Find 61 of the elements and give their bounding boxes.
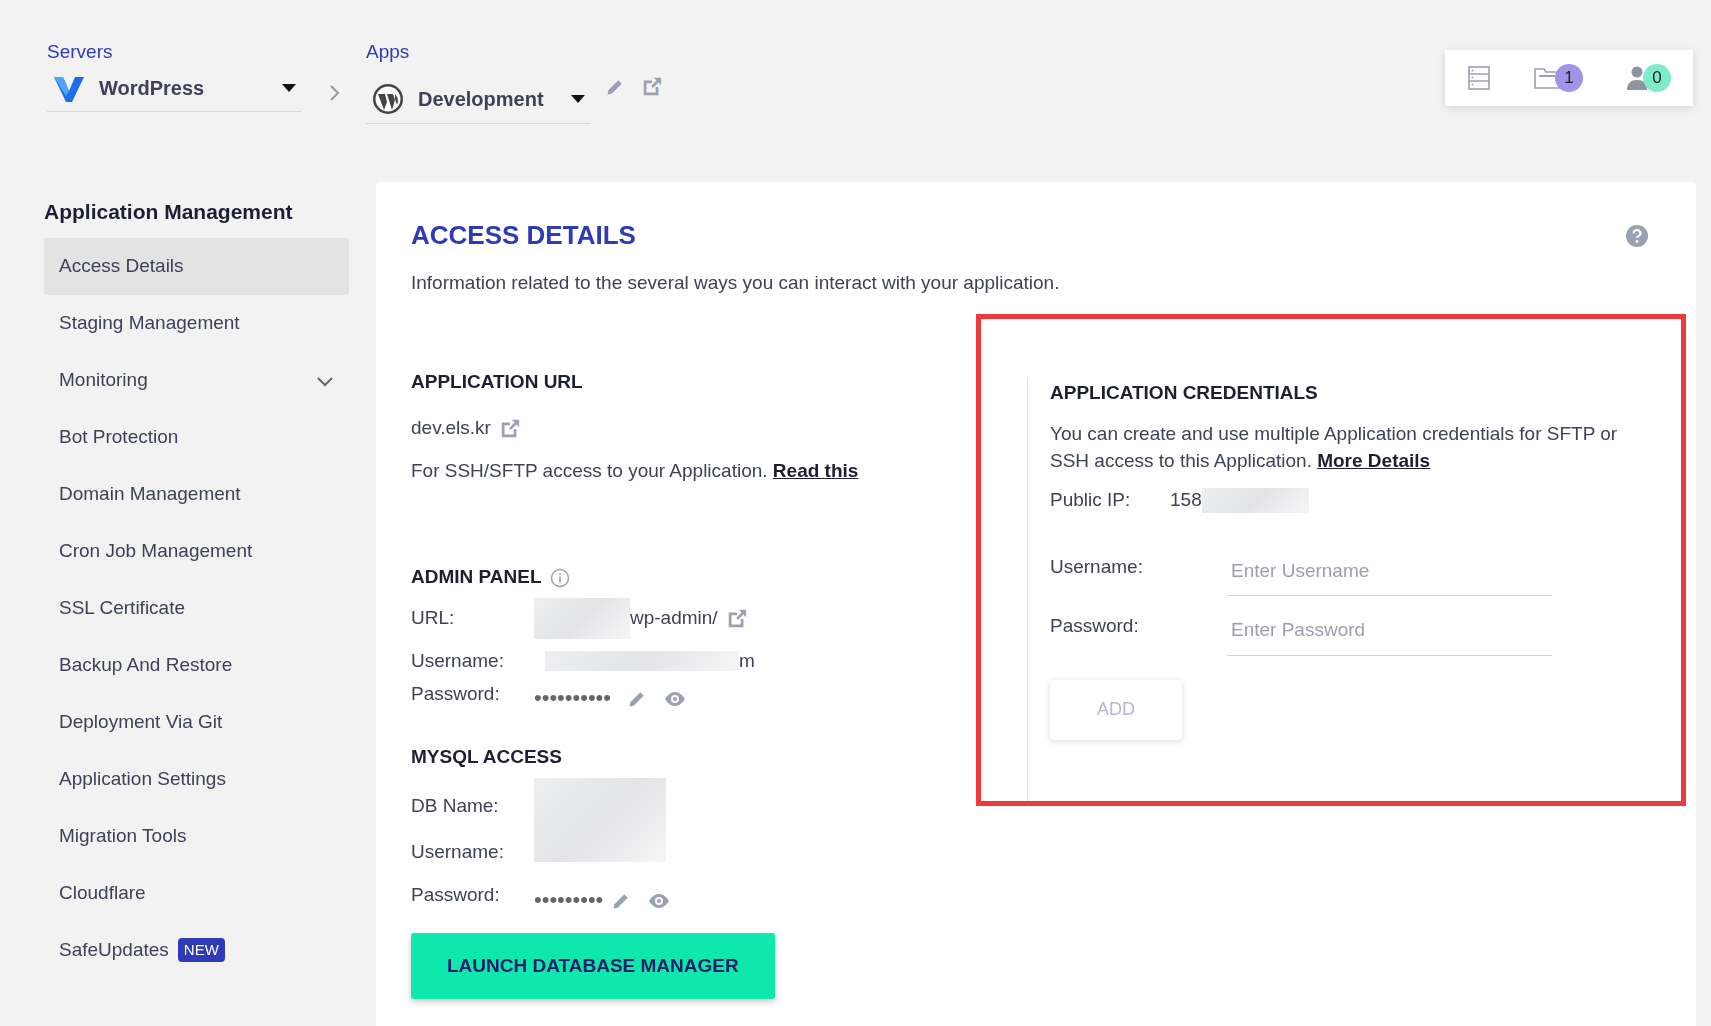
password-dots: ••••••••• (534, 888, 604, 911)
count-badge: 0 (1643, 64, 1671, 92)
section-heading: ADMIN PANEL (411, 565, 542, 589)
field-label: URL: (411, 605, 456, 630)
wordpress-logo-icon (372, 83, 404, 116)
field-label: Password: (1050, 614, 1140, 639)
section-heading: APPLICATION URL (411, 369, 584, 394)
app-dropdown[interactable]: Development (366, 76, 591, 125)
application-url[interactable]: dev.els.kr (411, 414, 491, 443)
pencil-icon[interactable] (605, 77, 625, 97)
sidebar-item[interactable]: Monitoring (44, 351, 349, 409)
credentials-description: You can create and use multiple Application credentials for SFTP or SSH access to this Application. More Details (1050, 422, 1619, 473)
field-label: Password: (411, 681, 501, 706)
breadcrumb-label: Servers (47, 40, 114, 64)
read-this-link[interactable]: Read this (772, 459, 859, 481)
field-label: Password: (411, 883, 501, 908)
sidebar-item[interactable]: Bot Protection (44, 408, 349, 466)
page-subtitle: Information related to the several ways you can interact with your application. (411, 271, 1061, 295)
launch-database-button[interactable]: LAUNCH DATABASE MANAGER (411, 932, 775, 999)
admin-url[interactable]: wp-admin/ (630, 603, 718, 633)
user-icon[interactable] (1625, 65, 1649, 91)
help-icon[interactable] (1626, 225, 1648, 248)
eye-icon[interactable] (647, 891, 672, 910)
sidebar-item[interactable]: Staging Management (44, 294, 349, 352)
sidebar-item[interactable]: Migration Tools (44, 807, 349, 865)
sidebar-item[interactable]: Domain Management (44, 465, 349, 523)
sidebar-item[interactable]: Deployment Via Git (44, 693, 349, 751)
more-details-link[interactable]: More Details (1317, 449, 1431, 471)
external-link-icon[interactable] (641, 76, 663, 98)
field-label: DB Name: (411, 793, 500, 818)
field-label: Public IP: (1050, 488, 1132, 513)
caret-icon (571, 94, 585, 103)
new-badge: NEW (177, 937, 225, 963)
field-label: Username: (1050, 554, 1144, 579)
sidebar-item[interactable]: Cloudflare (44, 864, 349, 922)
sidebar-item[interactable]: Backup And Restore (44, 636, 349, 694)
info-icon[interactable] (549, 568, 570, 588)
chevron-down-icon[interactable] (316, 374, 334, 387)
logo-icon (53, 75, 85, 104)
sidebar-item[interactable]: Access Details (44, 237, 349, 295)
sidebar-item[interactable]: SSL Certificate (44, 579, 349, 637)
app-dropdown[interactable]: WordPress (47, 66, 302, 113)
sidebar-item[interactable]: SafeUpdates NEW (44, 921, 349, 979)
ssh-note: For SSH/SFTP access to your Application. Read this (411, 458, 860, 483)
section-heading: APPLICATION CREDENTIALS (1050, 380, 1319, 405)
server-list-icon[interactable] (1467, 65, 1491, 91)
field-label: Username: (411, 648, 505, 673)
breadcrumb-label: Apps (366, 40, 411, 64)
page-title: ACCESS DETAILS (411, 219, 636, 252)
caret-icon (282, 83, 296, 92)
sidebar-item[interactable]: Cron Job Management (44, 522, 349, 580)
password-dots: •••••••••• (534, 687, 612, 709)
chevron-right-icon (328, 84, 340, 102)
public-ip: 158 (1170, 488, 1202, 513)
count-badge: 1 (1555, 64, 1583, 92)
eye-icon[interactable] (663, 690, 688, 708)
sidebar-item[interactable]: Application Settings (44, 750, 349, 808)
field-label: Username: (411, 840, 505, 864)
admin-username: m (739, 648, 755, 673)
sidebar-title: Application Management (44, 199, 294, 225)
section-heading: MYSQL ACCESS (411, 745, 563, 769)
